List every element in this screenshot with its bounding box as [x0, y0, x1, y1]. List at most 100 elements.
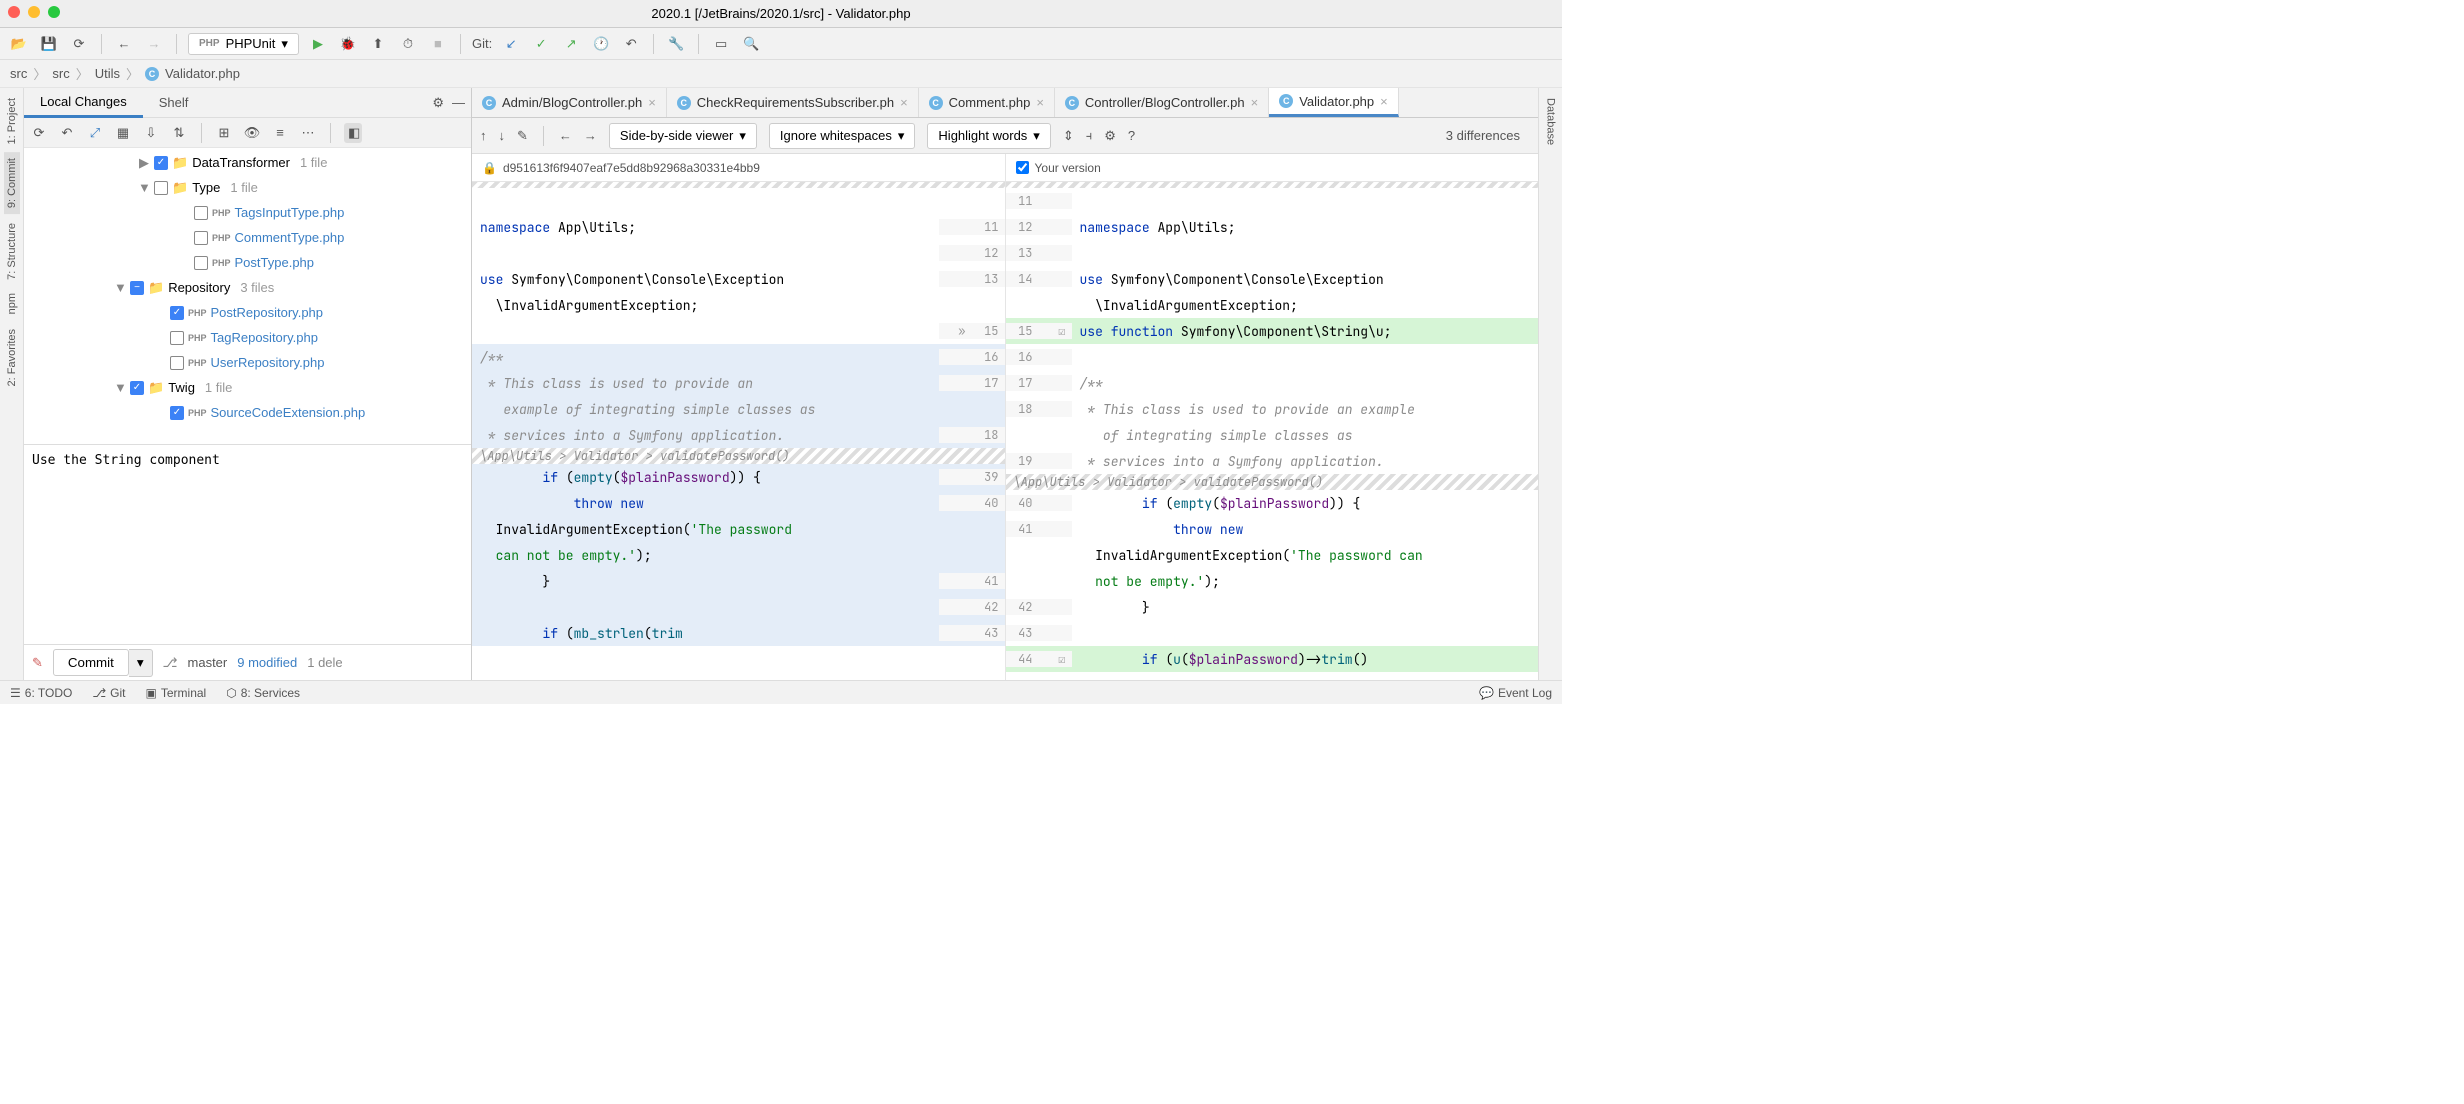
tab-shelf[interactable]: Shelf: [143, 89, 205, 116]
nav-back-icon[interactable]: ←: [559, 128, 572, 143]
breadcrumb-item[interactable]: Validator.php: [165, 66, 240, 81]
tree-item[interactable]: ▼−📁Repository3 files: [24, 275, 471, 300]
checkbox[interactable]: −: [130, 281, 144, 295]
whitespace-dropdown[interactable]: Ignore whitespaces▾: [769, 123, 916, 149]
tree-item[interactable]: ✓PHPSourceCodeExtension.php: [24, 400, 471, 425]
tree-item[interactable]: ▼✓📁Twig1 file: [24, 375, 471, 400]
tree-item[interactable]: PHPTagRepository.php: [24, 325, 471, 350]
nav-forward-icon[interactable]: →: [143, 33, 165, 55]
checkbox[interactable]: [194, 206, 208, 220]
group-icon[interactable]: ⇅: [170, 125, 188, 141]
checkbox[interactable]: ✓: [170, 406, 184, 420]
rail-structure[interactable]: 7: Structure: [4, 217, 20, 286]
stop-icon[interactable]: ■: [427, 33, 449, 55]
editor-tab[interactable]: CValidator.php×: [1269, 88, 1399, 117]
edit-source-icon[interactable]: ✎: [517, 128, 528, 144]
commit-dropdown[interactable]: ▾: [129, 649, 153, 677]
nav-back-icon[interactable]: ←: [113, 33, 135, 55]
editor-tab[interactable]: CComment.php×: [919, 88, 1055, 117]
refresh-icon[interactable]: ⟳: [30, 125, 48, 141]
breadcrumb-item[interactable]: src: [10, 66, 27, 81]
ide-scripting-icon[interactable]: ▭: [710, 33, 732, 55]
tree-item[interactable]: ▶✓📁DataTransformer1 file: [24, 150, 471, 175]
settings-icon[interactable]: ⚙: [432, 95, 444, 111]
tree-item[interactable]: ✓PHPPostRepository.php: [24, 300, 471, 325]
refresh-icon[interactable]: ⟳: [68, 33, 90, 55]
close-window[interactable]: [8, 6, 20, 18]
branch-name[interactable]: master: [188, 655, 228, 670]
close-tab-icon[interactable]: ×: [1380, 94, 1388, 109]
debug-icon[interactable]: 🐞: [337, 33, 359, 55]
collapse-icon[interactable]: ≡: [271, 125, 289, 140]
editor-tab[interactable]: CAdmin/BlogController.ph×: [472, 88, 667, 117]
include-checkbox[interactable]: [1016, 161, 1029, 174]
git-commit-icon[interactable]: ✓: [530, 33, 552, 55]
tree-item[interactable]: ▼📁Type1 file: [24, 175, 471, 200]
status-services[interactable]: ⬡ 8: Services: [226, 686, 300, 700]
diff-viewer[interactable]: namespace App\Utils;1112use Symfony\Comp…: [472, 182, 1538, 680]
maximize-window[interactable]: [48, 6, 60, 18]
status-terminal[interactable]: ▣ Terminal: [146, 686, 207, 700]
checkbox[interactable]: [194, 231, 208, 245]
close-tab-icon[interactable]: ×: [648, 95, 656, 110]
prev-diff-icon[interactable]: ↑: [480, 128, 487, 143]
apply-chunk-checkbox[interactable]: ☑: [1039, 651, 1072, 667]
git-pull-icon[interactable]: ↙: [500, 33, 522, 55]
tree-item[interactable]: PHPPostType.php: [24, 250, 471, 275]
nav-fwd-icon[interactable]: →: [584, 128, 597, 143]
editor-tab[interactable]: CController/BlogController.ph×: [1055, 88, 1269, 117]
git-history-icon[interactable]: 🕐: [590, 33, 612, 55]
commit-message-area[interactable]: Use the String component: [24, 444, 471, 644]
minimize-window[interactable]: [28, 6, 40, 18]
diff-icon[interactable]: ⤢: [86, 125, 104, 141]
changes-tree[interactable]: ▶✓📁DataTransformer1 file▼📁Type1 filePHPT…: [24, 148, 471, 444]
editor-tab[interactable]: CCheckRequirementsSubscriber.ph×: [667, 88, 919, 117]
checkbox[interactable]: [194, 256, 208, 270]
close-tab-icon[interactable]: ×: [900, 95, 908, 110]
tree-item[interactable]: PHPCommentType.php: [24, 225, 471, 250]
search-icon[interactable]: 🔍: [740, 33, 762, 55]
git-revert-icon[interactable]: ↶: [620, 33, 642, 55]
highlight-dropdown[interactable]: Highlight words▾: [927, 123, 1050, 149]
tree-item[interactable]: PHPTagsInputType.php: [24, 200, 471, 225]
shelve-icon[interactable]: ⇩: [142, 125, 160, 141]
status-event-log[interactable]: 💬 Event Log: [1479, 686, 1552, 700]
checkbox[interactable]: [170, 331, 184, 345]
rollback-icon[interactable]: ↶: [58, 125, 76, 141]
diff-settings-icon[interactable]: ⚙: [1104, 128, 1116, 144]
run-icon[interactable]: ▶: [307, 33, 329, 55]
open-icon[interactable]: 📂: [8, 33, 30, 55]
profile-icon[interactable]: ⏱: [397, 33, 419, 55]
preview-icon[interactable]: 👁: [243, 125, 261, 141]
run-config-dropdown[interactable]: PHP PHPUnit ▾: [188, 33, 299, 55]
sync-scroll-icon[interactable]: ⫞: [1086, 128, 1093, 144]
breadcrumb-item[interactable]: src: [52, 66, 69, 81]
checkbox[interactable]: [170, 356, 184, 370]
save-icon[interactable]: 💾: [38, 33, 60, 55]
checkbox[interactable]: ✓: [154, 156, 168, 170]
tab-local-changes[interactable]: Local Changes: [24, 88, 143, 118]
commit-button[interactable]: Commit: [53, 649, 129, 676]
expand-icon[interactable]: ⊞: [215, 125, 233, 141]
close-tab-icon[interactable]: ×: [1251, 95, 1259, 110]
edit-icon[interactable]: ✎: [32, 655, 43, 671]
status-todo[interactable]: ☰ 6: TODO: [10, 686, 72, 700]
layout-icon[interactable]: ◧: [344, 123, 362, 143]
rail-project[interactable]: 1: Project: [4, 92, 20, 150]
tree-item[interactable]: PHPUserRepository.php: [24, 350, 471, 375]
status-git[interactable]: ⎇ Git: [92, 686, 125, 700]
changelist-icon[interactable]: ▦: [114, 125, 132, 141]
collapse-icon[interactable]: ⇕: [1063, 128, 1074, 144]
rail-database[interactable]: Database: [1543, 92, 1559, 151]
viewer-mode-dropdown[interactable]: Side-by-side viewer▾: [609, 123, 757, 149]
rail-favorites[interactable]: 2: Favorites: [4, 323, 20, 392]
hide-icon[interactable]: —: [452, 95, 465, 111]
rail-npm[interactable]: npm: [4, 287, 20, 320]
next-diff-icon[interactable]: ↓: [499, 128, 506, 143]
rail-commit[interactable]: 9: Commit: [4, 152, 20, 214]
checkbox[interactable]: ✓: [130, 381, 144, 395]
close-tab-icon[interactable]: ×: [1036, 95, 1044, 110]
coverage-icon[interactable]: ⬆: [367, 33, 389, 55]
checkbox[interactable]: ✓: [170, 306, 184, 320]
checkbox[interactable]: [154, 181, 168, 195]
